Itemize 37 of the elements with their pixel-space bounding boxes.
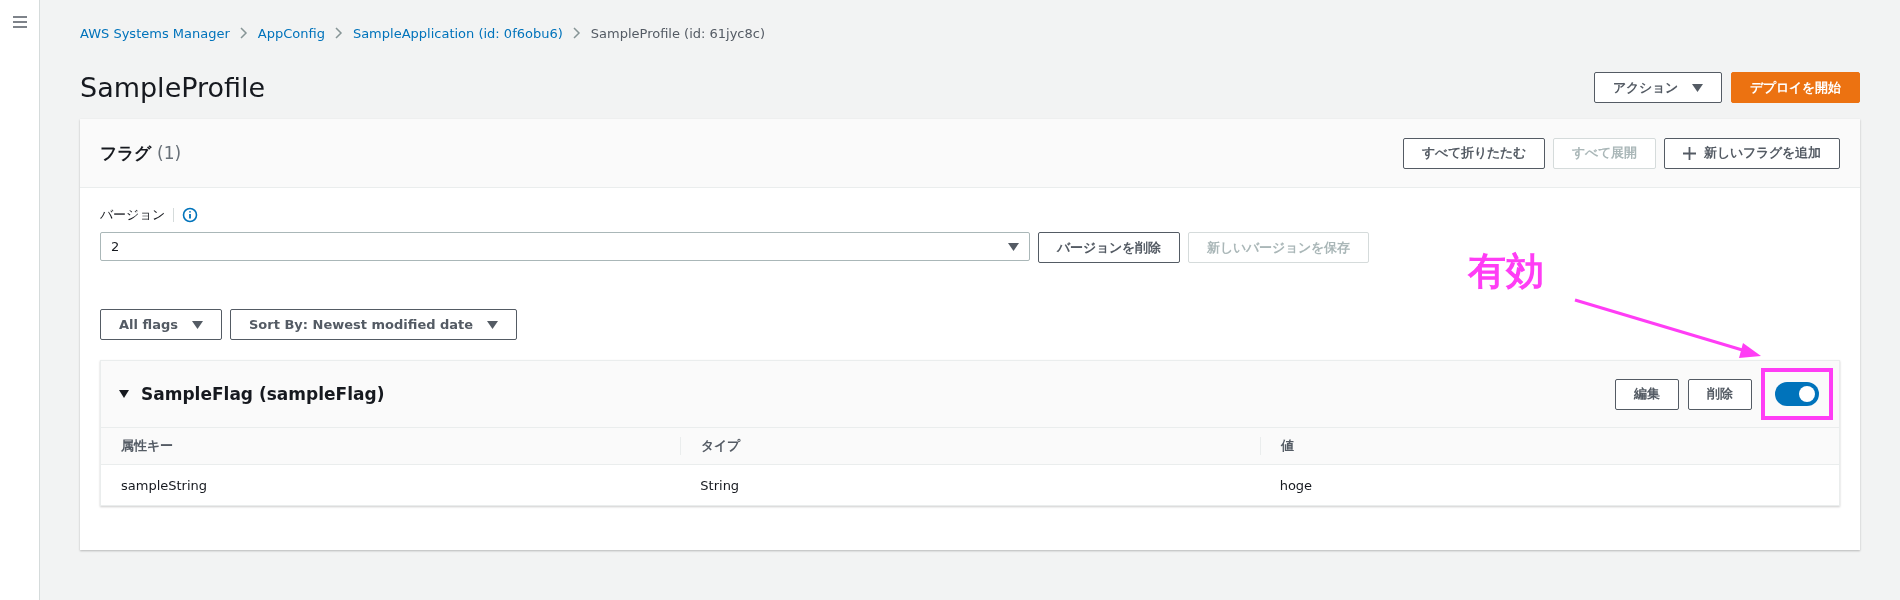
plus-icon <box>1683 146 1696 160</box>
version-label: バージョン <box>100 206 165 224</box>
chevron-icon <box>334 27 343 39</box>
flag-button[interactable]: 編集 <box>1615 378 1679 410</box>
breadcrumb-link[interactable]: AppConfig <box>257 25 325 41</box>
table-cell-text: hoge <box>1278 477 1314 493</box>
chevron-icon <box>239 27 248 39</box>
annotation-label: 有効 <box>1468 248 1544 295</box>
toggle-switch[interactable] <box>1775 382 1819 406</box>
caret-icon <box>191 320 203 329</box>
breadcrumb-link[interactable]: AWS Systems Manager <box>80 25 230 41</box>
menu-icon[interactable] <box>12 16 27 28</box>
column-header: タイプ <box>680 437 1260 455</box>
caret-icon <box>487 320 499 329</box>
info-icon[interactable] <box>182 207 198 223</box>
caret-icon <box>1692 83 1703 92</box>
chevron-icon <box>572 27 581 39</box>
expand-toggle-icon[interactable] <box>119 390 129 398</box>
flag-count: (1) <box>157 142 182 163</box>
table-cell-text: sampleString <box>120 477 209 493</box>
flag-title: SampleFlag (sampleFlag) <box>141 384 385 404</box>
flag-button[interactable]: 削除 <box>1688 378 1752 410</box>
column-header: 値 <box>1259 437 1839 455</box>
breadcrumb-current: SampleProfile (id: 61jyc8c) <box>590 25 765 41</box>
table-cell-text: String <box>699 477 741 493</box>
actions-dropdown[interactable]: アクション <box>1594 72 1722 103</box>
panel-title: フラグ <box>100 141 151 165</box>
caret-icon <box>1008 242 1019 251</box>
panel-button[interactable]: すべて折りたたむ <box>1403 137 1545 169</box>
breadcrumb-link[interactable]: SampleApplication (id: 0f6obu6) <box>352 25 563 41</box>
column-header: 属性キー <box>120 437 174 455</box>
version-select[interactable]: 2 <box>100 232 1030 261</box>
version-button[interactable]: バージョンを削除 <box>1038 232 1180 263</box>
panel-button[interactable]: 新しいフラグを追加 <box>1664 137 1840 169</box>
filter-dropdown[interactable]: Sort By: Newest modified date <box>229 309 518 340</box>
filter-dropdown[interactable]: All flags <box>100 309 222 340</box>
page-title: SampleProfile <box>80 72 266 103</box>
